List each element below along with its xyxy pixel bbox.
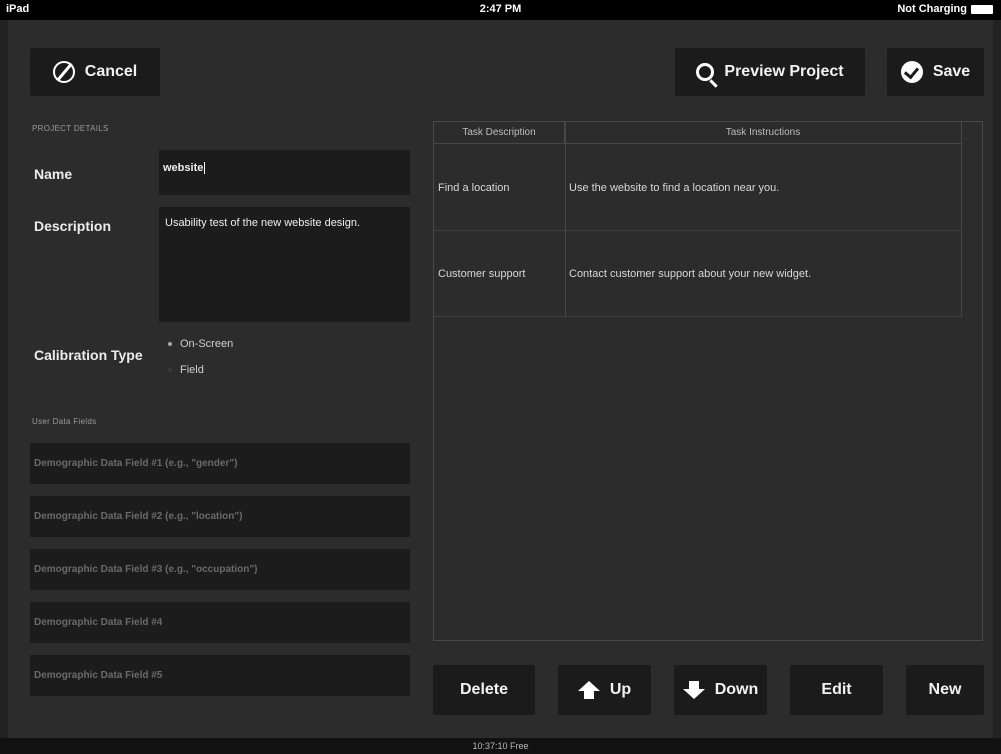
delete-label: Delete [459,681,509,698]
demographic-field-3[interactable]: Demographic Data Field #3 (e.g., "occupa… [30,549,410,590]
cancel-label: Cancel [84,63,138,80]
radio-field[interactable]: Field [168,364,204,376]
move-down-button[interactable]: Down [674,665,767,715]
search-icon [696,63,715,81]
radio-unselected-indicator [168,368,172,372]
column-header-task-description: Task Description [434,122,565,144]
footer-bar: 10:37:10 Free [0,738,1001,754]
preview-label: Preview Project [724,63,844,80]
arrow-up-icon [577,681,600,699]
delete-button[interactable]: Delete [433,665,535,715]
battery-icon [971,4,993,14]
description-label: Description [34,218,112,234]
table-row[interactable]: Find a location Use the website to find … [434,145,962,231]
battery-indicator: Not Charging [897,3,993,15]
down-label: Down [714,681,759,698]
move-up-button[interactable]: Up [558,665,651,715]
demographic-field-1[interactable]: Demographic Data Field #1 (e.g., "gender… [30,443,410,484]
task-instructions-cell: Use the website to find a location near … [569,182,780,194]
save-label: Save [932,63,971,80]
task-table: Task Description Task Instructions Find … [433,121,983,641]
task-description-cell: Find a location [438,182,510,194]
description-field[interactable]: Usability test of the new website design… [159,207,410,322]
edit-button[interactable]: Edit [790,665,883,715]
user-data-fields-heading: User Data Fields [32,417,97,426]
cancel-icon [52,61,75,83]
save-button[interactable]: Save [887,48,984,96]
radio-on-screen[interactable]: On-Screen [168,338,233,350]
description-value: Usability test of the new website design… [165,217,361,229]
radio-label: Field [180,364,204,376]
new-button[interactable]: New [906,665,984,715]
radio-selected-indicator [168,342,172,346]
name-field[interactable]: website [159,150,410,195]
demographic-field-4[interactable]: Demographic Data Field #4 [30,602,410,643]
edit-label: Edit [821,681,852,698]
name-value: website [163,162,204,174]
cancel-button[interactable]: Cancel [30,48,160,96]
demographic-field-5[interactable]: Demographic Data Field #5 [30,655,410,696]
preview-project-button[interactable]: Preview Project [675,48,865,96]
battery-status-text: Not Charging [897,3,967,15]
memory-status: 10:37:10 Free [472,741,529,751]
task-description-cell: Customer support [438,268,526,280]
demographic-field-2[interactable]: Demographic Data Field #2 (e.g., "locati… [30,496,410,537]
radio-label: On-Screen [180,338,234,350]
task-instructions-cell: Contact customer support about your new … [569,268,812,280]
checkmark-icon [900,61,923,83]
name-label: Name [34,166,73,182]
column-header-task-instructions: Task Instructions [565,122,962,144]
project-details-heading: PROJECT DETAILS [32,124,109,133]
up-label: Up [609,681,632,698]
new-label: New [928,681,962,698]
clock: 2:47 PM [479,3,522,15]
status-bar: iPad 2:47 PM Not Charging [0,0,1001,20]
table-row[interactable]: Customer support Contact customer suppor… [434,231,962,317]
text-cursor [204,162,206,175]
arrow-down-icon [682,681,705,699]
calibration-type-label: Calibration Type [34,347,143,363]
